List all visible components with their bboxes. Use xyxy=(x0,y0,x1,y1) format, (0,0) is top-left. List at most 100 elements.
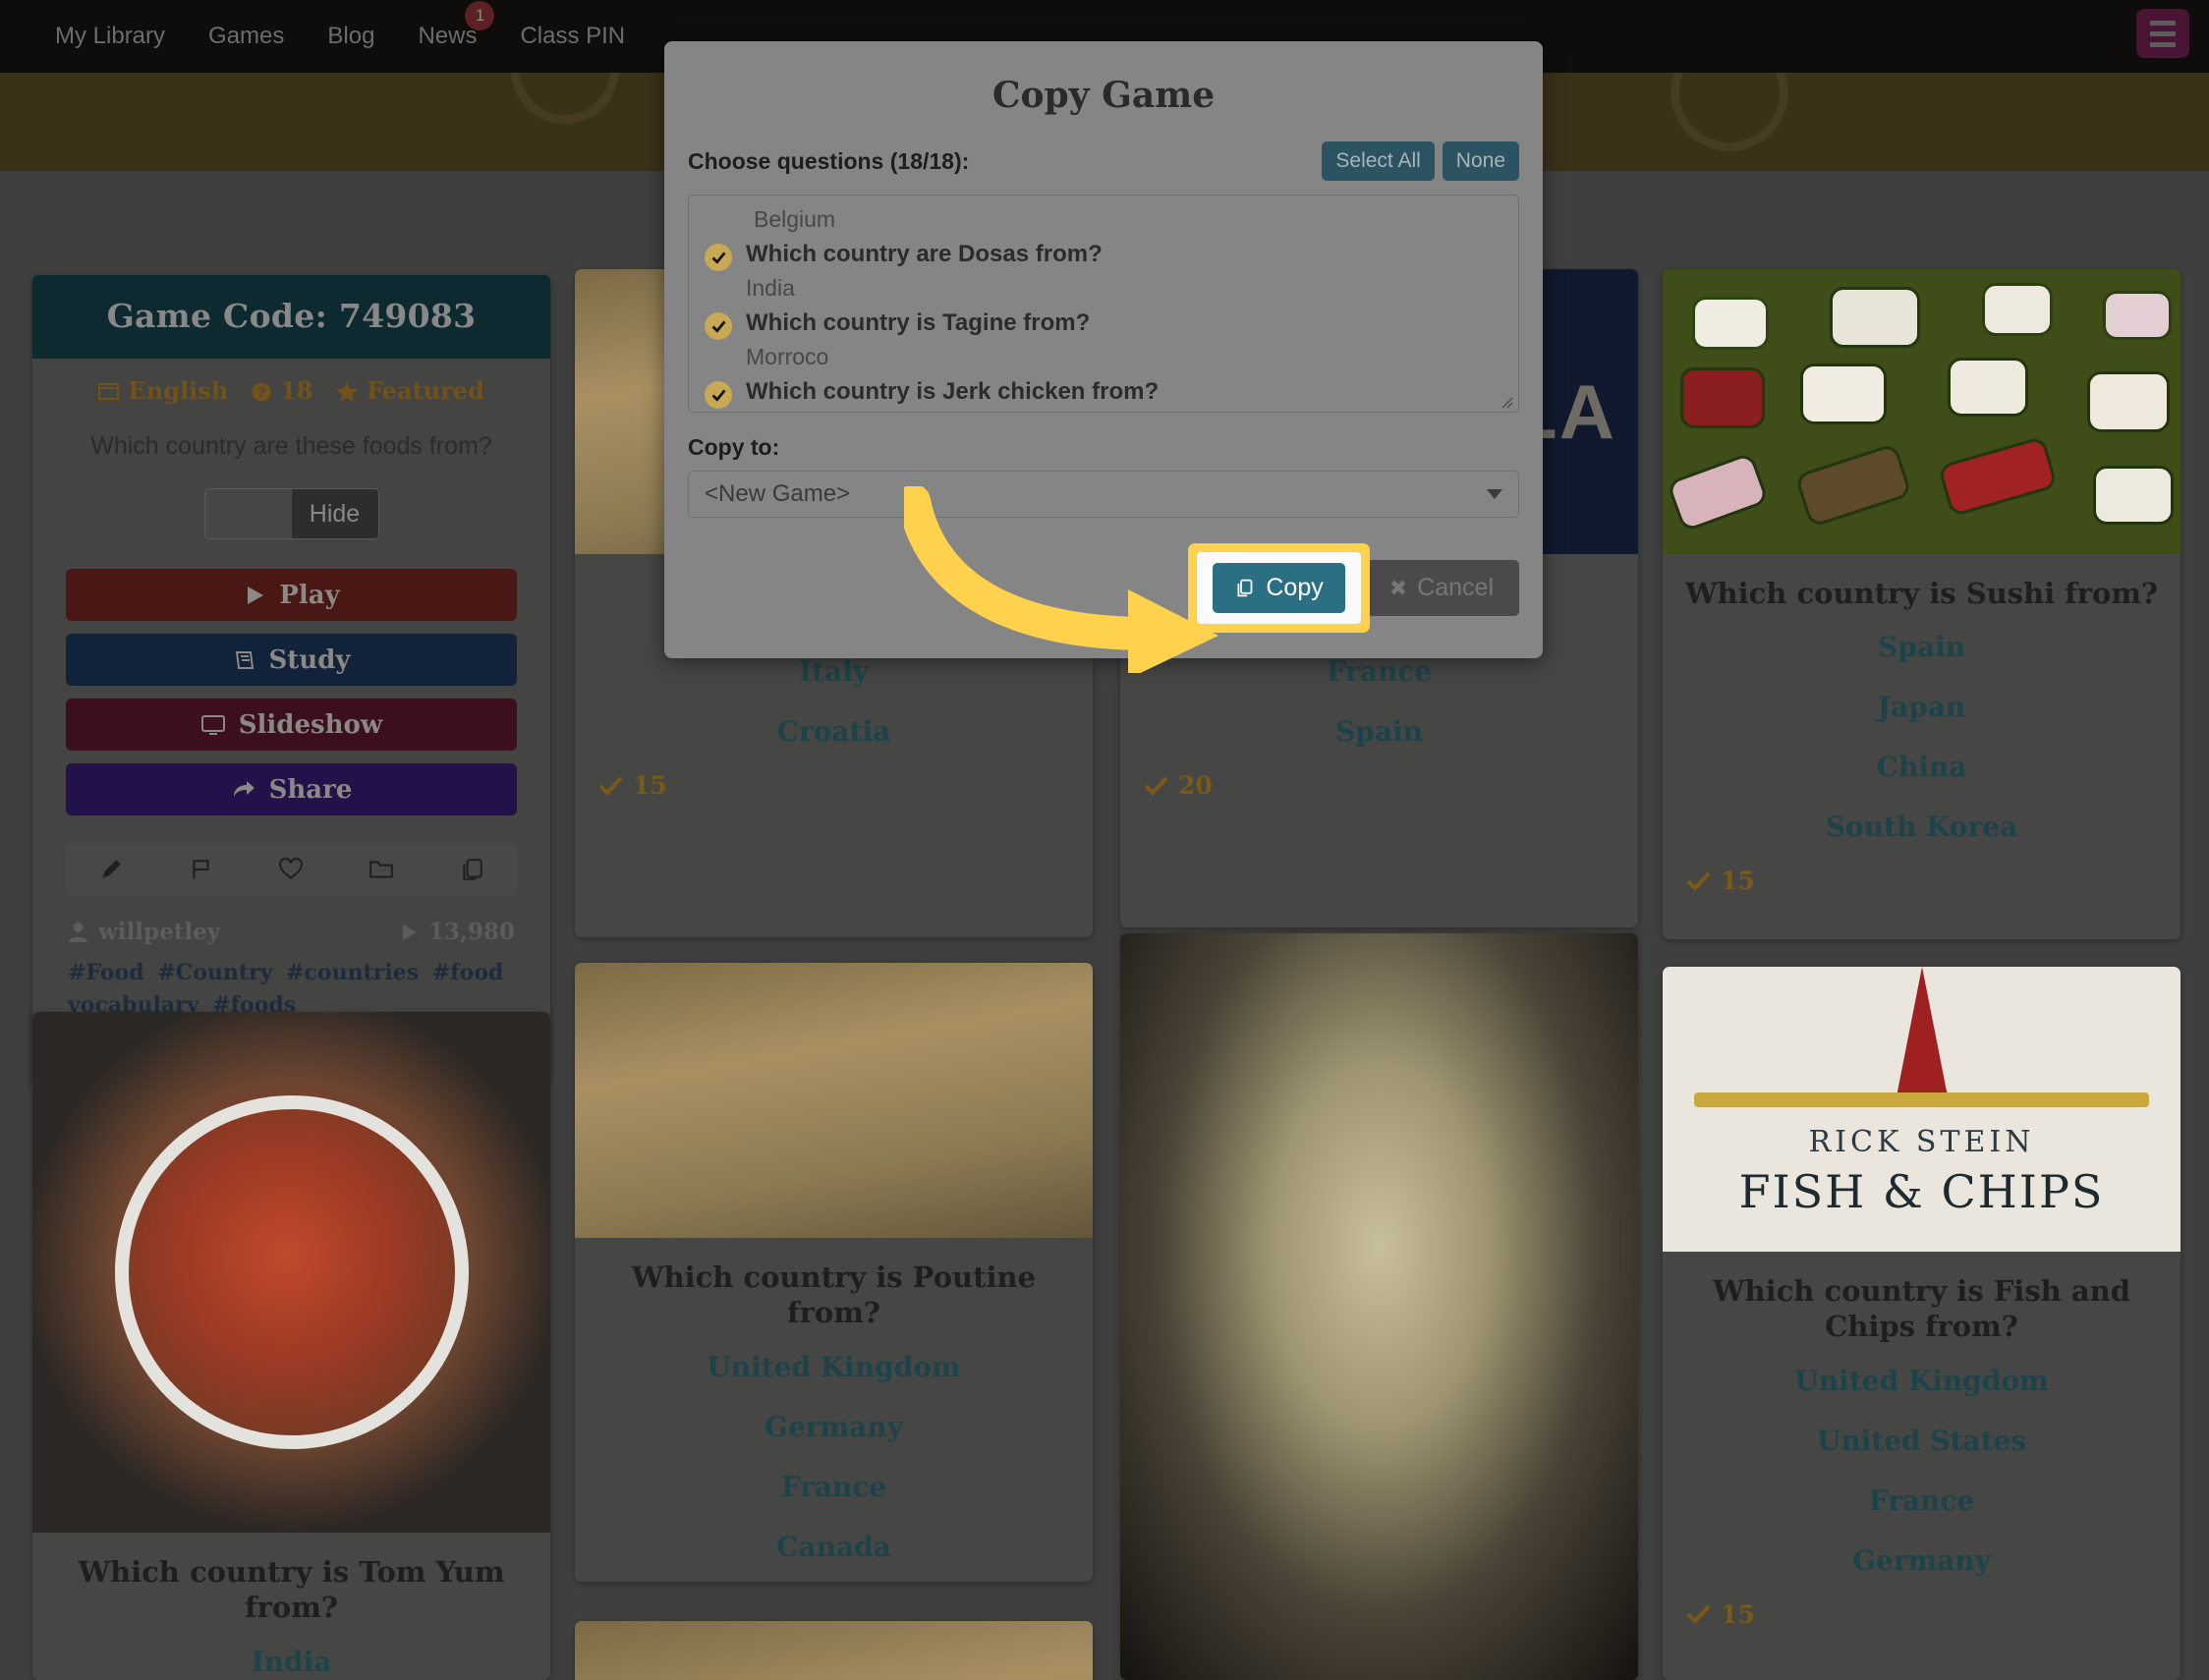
cancel-button[interactable]: ✖ Cancel xyxy=(1363,560,1519,616)
question-answer: Morroco xyxy=(746,344,829,369)
card-answer[interactable]: United Kingdom xyxy=(1663,1351,2181,1411)
card-answer[interactable]: Spain xyxy=(1120,701,1638,761)
game-card[interactable]: Which country is Poutine from? United Ki… xyxy=(575,963,1093,1582)
card-question: Which country is Tom Yum from? xyxy=(78,1555,505,1625)
questions-list[interactable]: Belgium Which country are Dosas from? In… xyxy=(688,195,1519,413)
heart-icon[interactable] xyxy=(278,857,304,882)
copy-to-select[interactable]: <New Game> xyxy=(688,471,1519,518)
copy-icon[interactable] xyxy=(459,857,484,882)
card-answer[interactable]: Croatia xyxy=(575,701,1093,761)
tag-item[interactable]: #countries xyxy=(286,960,419,985)
hamburger-icon-bar xyxy=(2150,20,2176,26)
nav-link-class-pin[interactable]: Class PIN xyxy=(498,23,647,50)
slideshow-button[interactable]: Slideshow xyxy=(66,699,517,751)
nav-link-blog[interactable]: Blog xyxy=(306,23,396,50)
card-footer: 15 xyxy=(1663,857,2181,917)
card-image xyxy=(32,1012,550,1533)
featured-meta: Featured xyxy=(335,376,484,405)
play-button[interactable]: Play xyxy=(66,569,517,621)
card-answer[interactable]: United States xyxy=(1663,1411,2181,1471)
copy-button-highlight: Copy xyxy=(1188,543,1370,633)
resize-handle-icon[interactable] xyxy=(1498,393,1513,409)
rick-stein-logo: RICK STEIN FISH & CHIPS xyxy=(1663,967,2181,1252)
game-card[interactable]: Which country is Tom Yum from? India Sou… xyxy=(32,1012,550,1680)
pencil-icon[interactable] xyxy=(98,857,124,882)
fish-fin-shape xyxy=(1896,967,1948,1096)
modal-title: Copy Game xyxy=(991,75,1216,116)
question-row[interactable]: Which country is Tagine from? xyxy=(705,307,1502,341)
card-answer[interactable]: Germany xyxy=(575,1397,1093,1457)
card-answer[interactable]: France xyxy=(1663,1471,2181,1531)
question-text: Which country is Jerk chicken from? xyxy=(746,378,1160,405)
card-footer: 15 xyxy=(1663,1591,2181,1651)
copy-button-label: Copy xyxy=(1266,574,1324,601)
nav-link-games[interactable]: Games xyxy=(187,23,306,50)
check-icon[interactable] xyxy=(705,312,732,340)
card-image xyxy=(1120,933,1638,1680)
play-icon xyxy=(248,586,264,604)
check-icon[interactable] xyxy=(705,244,732,271)
toggle-off-half[interactable] xyxy=(204,489,292,538)
card-answer[interactable]: China xyxy=(1663,737,2181,797)
game-code-header: Game Code: 749083 xyxy=(32,275,550,359)
nav-link-my-library[interactable]: My Library xyxy=(33,23,187,50)
tag-item[interactable]: #Country xyxy=(157,960,272,985)
game-card[interactable]: RICK STEIN FISH & CHIPS Which country is… xyxy=(1663,967,2181,1680)
plays-block: 13,980 xyxy=(400,919,515,945)
game-card[interactable] xyxy=(1120,933,1638,1680)
choose-questions-row: Choose questions (18/18): Select All Non… xyxy=(688,141,1519,195)
play-count: 13,980 xyxy=(427,919,515,945)
card-image xyxy=(575,1621,1093,1680)
flag-icon[interactable] xyxy=(189,857,214,882)
question-count-meta: ? 18 xyxy=(251,376,321,405)
game-card[interactable] xyxy=(575,1621,1093,1680)
card-answer[interactable]: France xyxy=(575,1457,1093,1517)
card-question: Which country is Fish and Chips from? xyxy=(1712,1274,2130,1344)
hamburger-icon-bar xyxy=(2150,41,2176,47)
study-button[interactable]: Study xyxy=(66,634,517,686)
card-answer-count: 15 xyxy=(1721,867,1755,896)
check-icon[interactable] xyxy=(705,381,732,409)
monitor-icon xyxy=(200,714,225,735)
toggle-on-half[interactable]: Hide xyxy=(291,489,378,538)
check-icon xyxy=(1686,871,1711,891)
question-text: Which country are Dosas from? xyxy=(746,241,1103,267)
card-answer-count: 15 xyxy=(1721,1599,1755,1629)
card-answer[interactable]: South Korea xyxy=(1663,797,2181,857)
select-all-button[interactable]: Select All xyxy=(1322,141,1435,181)
hide-toggle-wrapper: Hide xyxy=(32,467,550,547)
hide-toggle[interactable]: Hide xyxy=(203,488,379,539)
card-answer[interactable]: Germany xyxy=(1663,1531,2181,1591)
play-small-icon xyxy=(402,924,417,940)
hamburger-menu-button[interactable] xyxy=(2136,9,2189,58)
question-row[interactable]: Which country is Jerk chicken from? xyxy=(705,375,1502,410)
card-answer[interactable]: Japan xyxy=(1663,677,2181,737)
card-answer[interactable]: United Kingdom xyxy=(575,1337,1093,1397)
nav-link-news-label: News xyxy=(418,23,478,49)
card-question: Which country is Poutine from? xyxy=(631,1260,1037,1330)
slideshow-button-label: Slideshow xyxy=(238,709,383,740)
tag-item[interactable]: #Food xyxy=(68,960,144,985)
card-answer[interactable]: Spain xyxy=(1663,617,2181,677)
modal-action-row: Copy ✖ Cancel xyxy=(688,518,1519,633)
game-card[interactable]: Which country is Sushi from? Spain Japan… xyxy=(1663,269,2181,939)
language-meta: English xyxy=(98,376,236,405)
card-answer[interactable]: Canada xyxy=(575,1517,1093,1577)
chips-board-shape xyxy=(1693,1092,2150,1107)
card-answer[interactable]: India xyxy=(32,1632,550,1680)
nav-link-news[interactable]: News 1 xyxy=(396,1,498,50)
action-button-stack: Play Study Slideshow Share xyxy=(32,547,550,832)
folder-icon[interactable] xyxy=(368,857,394,882)
share-button[interactable]: Share xyxy=(66,763,517,815)
copy-button[interactable]: Copy xyxy=(1213,563,1345,613)
question-answer: India xyxy=(746,275,795,301)
question-row[interactable]: Which country are Dosas from? xyxy=(705,238,1502,272)
game-title: Which country are these foods from? xyxy=(90,432,492,460)
author-block[interactable]: willpetley xyxy=(68,919,220,945)
select-none-button[interactable]: None xyxy=(1442,141,1519,181)
game-info-card: Game Code: 749083 English ? 18 Featured … xyxy=(32,275,550,1084)
language-label: English xyxy=(128,376,229,405)
copy-icon xyxy=(1237,579,1253,597)
card-footer: 15 xyxy=(575,1577,1093,1583)
quick-action-icon-row xyxy=(66,842,517,897)
